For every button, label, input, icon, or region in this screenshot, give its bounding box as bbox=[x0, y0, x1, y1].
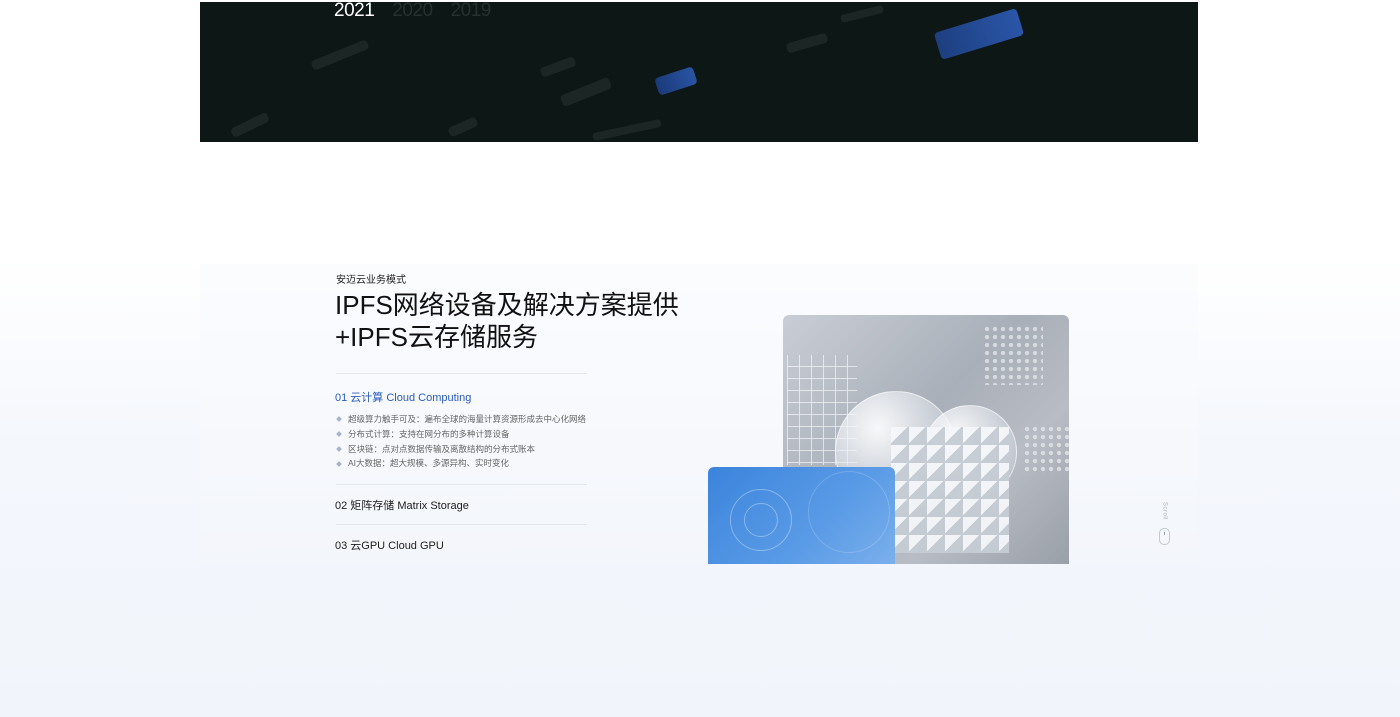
cube-cluster bbox=[891, 427, 1009, 553]
hero-decor-slab bbox=[559, 76, 613, 108]
divider bbox=[336, 373, 587, 374]
feature-text: 分布式计算：支持在网分布的多种计算设备 bbox=[348, 428, 510, 439]
page-frame: 2021 2020 2019 安迈云业务模式 IPFS网络设备及解决方案提供 +… bbox=[200, 2, 1198, 564]
mouse-scroll-icon[interactable] bbox=[1159, 528, 1170, 546]
diamond-bullet-icon bbox=[336, 431, 342, 437]
hero-decor-slab bbox=[785, 32, 829, 54]
scroll-label: Scroll bbox=[1161, 502, 1168, 521]
feature-text: AI大数据：超大规模、多源异构、实时变化 bbox=[348, 458, 510, 469]
feature-item: 分布式计算：支持在网分布的多种计算设备 bbox=[335, 427, 586, 442]
accordion-item-cloud-gpu[interactable]: 03 云GPU Cloud GPU bbox=[335, 537, 444, 553]
hero-decor-slab bbox=[229, 111, 271, 139]
headline-line-1: IPFS网络设备及解决方案提供 bbox=[335, 290, 679, 320]
accordion-item-matrix-storage[interactable]: 02 矩阵存储 Matrix Storage bbox=[335, 497, 469, 513]
year-tab-2021[interactable]: 2021 bbox=[334, 2, 375, 22]
hero-decor-slab bbox=[654, 66, 698, 96]
diamond-bullet-icon bbox=[336, 446, 342, 452]
feature-item: 区块链：点对点数据传输及离散结构的分布式账本 bbox=[335, 442, 586, 457]
diamond-bullet-icon bbox=[336, 460, 342, 467]
hero-decor-slab bbox=[447, 116, 479, 138]
section-headline: IPFS网络设备及解决方案提供 +IPFS云存储服务 bbox=[335, 289, 679, 353]
hero-decor-slab bbox=[839, 4, 885, 24]
divider bbox=[336, 484, 587, 485]
divider bbox=[336, 524, 587, 525]
decor-dot-grid bbox=[983, 325, 1043, 385]
year-tab-2020[interactable]: 2020 bbox=[392, 2, 433, 22]
hero-decor-slab bbox=[933, 8, 1025, 60]
diamond-bullet-icon bbox=[336, 416, 342, 423]
accordion-item-cloud-computing[interactable]: 01 云计算 Cloud Computing bbox=[335, 389, 471, 405]
feature-text: 区块链：点对点数据传输及离散结构的分布式账本 bbox=[348, 443, 536, 454]
hero-decor-slab bbox=[539, 56, 577, 78]
decor-dot-grid bbox=[1023, 425, 1069, 475]
hero-banner: 2021 2020 2019 bbox=[200, 2, 1198, 142]
year-tabs: 2021 2020 2019 bbox=[334, 2, 491, 22]
feature-item: AI大数据：超大规模、多源异构、实时变化 bbox=[335, 456, 586, 471]
feature-item: 超级算力触手可及：遍布全球的海量计算资源形成去中心化网络 bbox=[335, 412, 586, 427]
hero-decor-slab bbox=[591, 118, 663, 142]
decor-ring bbox=[744, 503, 778, 537]
feature-text: 超级算力触手可及：遍布全球的海量计算资源形成去中心化网络 bbox=[348, 414, 587, 424]
section-eyebrow: 安迈云业务模式 bbox=[336, 275, 406, 286]
blue-overlay-card bbox=[708, 467, 895, 564]
headline-line-2: +IPFS云存储服务 bbox=[335, 322, 538, 352]
scroll-hint: Scroll bbox=[1159, 502, 1170, 546]
feature-list: 超级算力触手可及：遍布全球的海量计算资源形成去中心化网络 分布式计算：支持在网分… bbox=[335, 412, 586, 471]
hero-decor-slab bbox=[310, 39, 370, 71]
year-tab-2019[interactable]: 2019 bbox=[451, 2, 492, 22]
decor-ring bbox=[808, 471, 890, 553]
